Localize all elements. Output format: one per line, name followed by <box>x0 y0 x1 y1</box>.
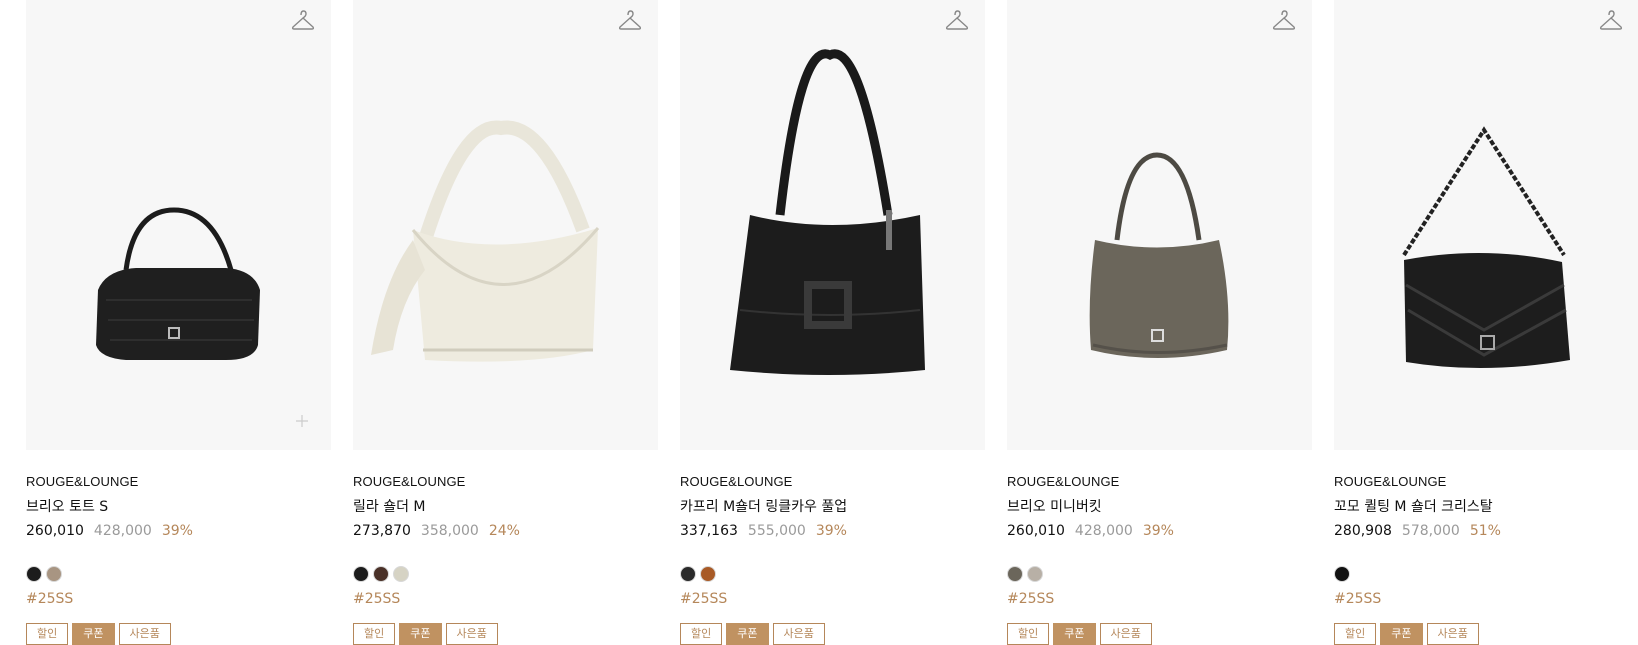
product-grid: ROUGE&LOUNGE 브리오 토트 S 260,010 428,000 39… <box>26 0 1638 645</box>
brand-name: ROUGE&LOUNGE <box>680 474 793 489</box>
price-row: 273,870 358,000 24% <box>353 522 658 540</box>
color-swatch[interactable] <box>680 566 696 582</box>
badge-discount: 할인 <box>680 623 723 645</box>
color-swatch[interactable] <box>1007 566 1023 582</box>
badge-gift: 사은품 <box>772 623 825 645</box>
color-swatches <box>353 566 658 582</box>
brand-name: ROUGE&LOUNGE <box>1007 474 1120 489</box>
bag-image <box>1089 152 1229 358</box>
original-price: 578,000 <box>1401 523 1460 539</box>
badge-coupon: 쿠폰 <box>72 623 115 645</box>
original-price: 358,000 <box>420 523 479 539</box>
badge-discount: 할인 <box>26 623 69 645</box>
badge-gift: 사은품 <box>1426 623 1479 645</box>
brand-name: ROUGE&LOUNGE <box>1334 474 1447 489</box>
badge-discount: 할인 <box>1334 623 1377 645</box>
discount-rate: 39% <box>161 523 193 539</box>
color-swatch[interactable] <box>700 566 716 582</box>
badge-row: 할인 쿠폰 사은품 <box>1334 623 1638 645</box>
plus-icon[interactable] <box>295 414 309 428</box>
brand-name: ROUGE&LOUNGE <box>353 474 466 489</box>
product-name[interactable]: 브리오 토트 S <box>26 498 331 516</box>
hanger-icon[interactable] <box>1272 10 1296 32</box>
badge-gift: 사은품 <box>118 623 171 645</box>
bag-image <box>96 207 260 360</box>
hanger-icon[interactable] <box>945 10 969 32</box>
original-price: 428,000 <box>1074 523 1133 539</box>
product-card[interactable]: ROUGE&LOUNGE 카프리 M숄더 링클카우 풀업 337,163 555… <box>680 0 985 645</box>
bag-image <box>371 120 600 362</box>
color-swatch[interactable] <box>373 566 389 582</box>
discount-rate: 39% <box>1142 523 1174 539</box>
sale-price: 337,163 <box>680 523 738 539</box>
badge-discount: 할인 <box>353 623 396 645</box>
product-image[interactable] <box>26 0 331 450</box>
brand-name: ROUGE&LOUNGE <box>26 474 139 489</box>
product-image[interactable] <box>1334 0 1638 450</box>
price-row: 260,010 428,000 39% <box>26 522 331 540</box>
product-name[interactable]: 꼬모 퀼팅 M 숄더 크리스탈 <box>1334 498 1638 516</box>
discount-rate: 39% <box>815 523 847 539</box>
badge-coupon: 쿠폰 <box>399 623 442 645</box>
color-swatches <box>680 566 985 582</box>
original-price: 555,000 <box>747 523 806 539</box>
badge-row: 할인 쿠폰 사은품 <box>680 623 985 645</box>
badge-row: 할인 쿠폰 사은품 <box>26 623 331 645</box>
color-swatch[interactable] <box>46 566 62 582</box>
season-tag[interactable]: #25SS <box>1007 590 1312 608</box>
product-card[interactable]: ROUGE&LOUNGE 꼬모 퀼팅 M 숄더 크리스탈 280,908 578… <box>1334 0 1638 645</box>
hanger-icon[interactable] <box>291 10 315 32</box>
hanger-icon[interactable] <box>1599 10 1623 32</box>
discount-rate: 51% <box>1469 523 1501 539</box>
product-image[interactable] <box>1007 0 1312 450</box>
badge-coupon: 쿠폰 <box>726 623 769 645</box>
color-swatch[interactable] <box>1334 566 1350 582</box>
product-card[interactable]: ROUGE&LOUNGE 브리오 미니버킷 260,010 428,000 39… <box>1007 0 1312 645</box>
sale-price: 273,870 <box>353 523 411 539</box>
sale-price: 260,010 <box>26 523 84 539</box>
color-swatch[interactable] <box>393 566 409 582</box>
price-row: 337,163 555,000 39% <box>680 522 985 540</box>
product-name[interactable]: 릴라 숄더 M <box>353 498 658 516</box>
season-tag[interactable]: #25SS <box>26 590 331 608</box>
color-swatches <box>1334 566 1638 582</box>
product-card[interactable]: ROUGE&LOUNGE 릴라 숄더 M 273,870 358,000 24%… <box>353 0 658 645</box>
price-row: 280,908 578,000 51% <box>1334 522 1638 540</box>
product-name[interactable]: 카프리 M숄더 링클카우 풀업 <box>680 498 985 516</box>
badge-coupon: 쿠폰 <box>1053 623 1096 645</box>
sale-price: 260,010 <box>1007 523 1065 539</box>
color-swatch[interactable] <box>26 566 42 582</box>
sale-price: 280,908 <box>1334 523 1392 539</box>
season-tag[interactable]: #25SS <box>1334 590 1638 608</box>
original-price: 428,000 <box>93 523 152 539</box>
color-swatch[interactable] <box>353 566 369 582</box>
badge-coupon: 쿠폰 <box>1380 623 1423 645</box>
product-image[interactable] <box>353 0 658 450</box>
bag-image <box>1402 126 1570 369</box>
badge-discount: 할인 <box>1007 623 1050 645</box>
badge-row: 할인 쿠폰 사은품 <box>353 623 658 645</box>
season-tag[interactable]: #25SS <box>680 590 985 608</box>
price-row: 260,010 428,000 39% <box>1007 522 1312 540</box>
color-swatches <box>26 566 331 582</box>
product-name[interactable]: 브리오 미니버킷 <box>1007 498 1312 516</box>
season-tag[interactable]: #25SS <box>353 590 658 608</box>
color-swatches <box>1007 566 1312 582</box>
bag-image <box>730 49 925 375</box>
product-image[interactable] <box>680 0 985 450</box>
product-card[interactable]: ROUGE&LOUNGE 브리오 토트 S 260,010 428,000 39… <box>26 0 331 645</box>
badge-gift: 사은품 <box>1099 623 1152 645</box>
hanger-icon[interactable] <box>618 10 642 32</box>
discount-rate: 24% <box>488 523 520 539</box>
badge-gift: 사은품 <box>445 623 498 645</box>
color-swatch[interactable] <box>1027 566 1043 582</box>
badge-row: 할인 쿠폰 사은품 <box>1007 623 1312 645</box>
